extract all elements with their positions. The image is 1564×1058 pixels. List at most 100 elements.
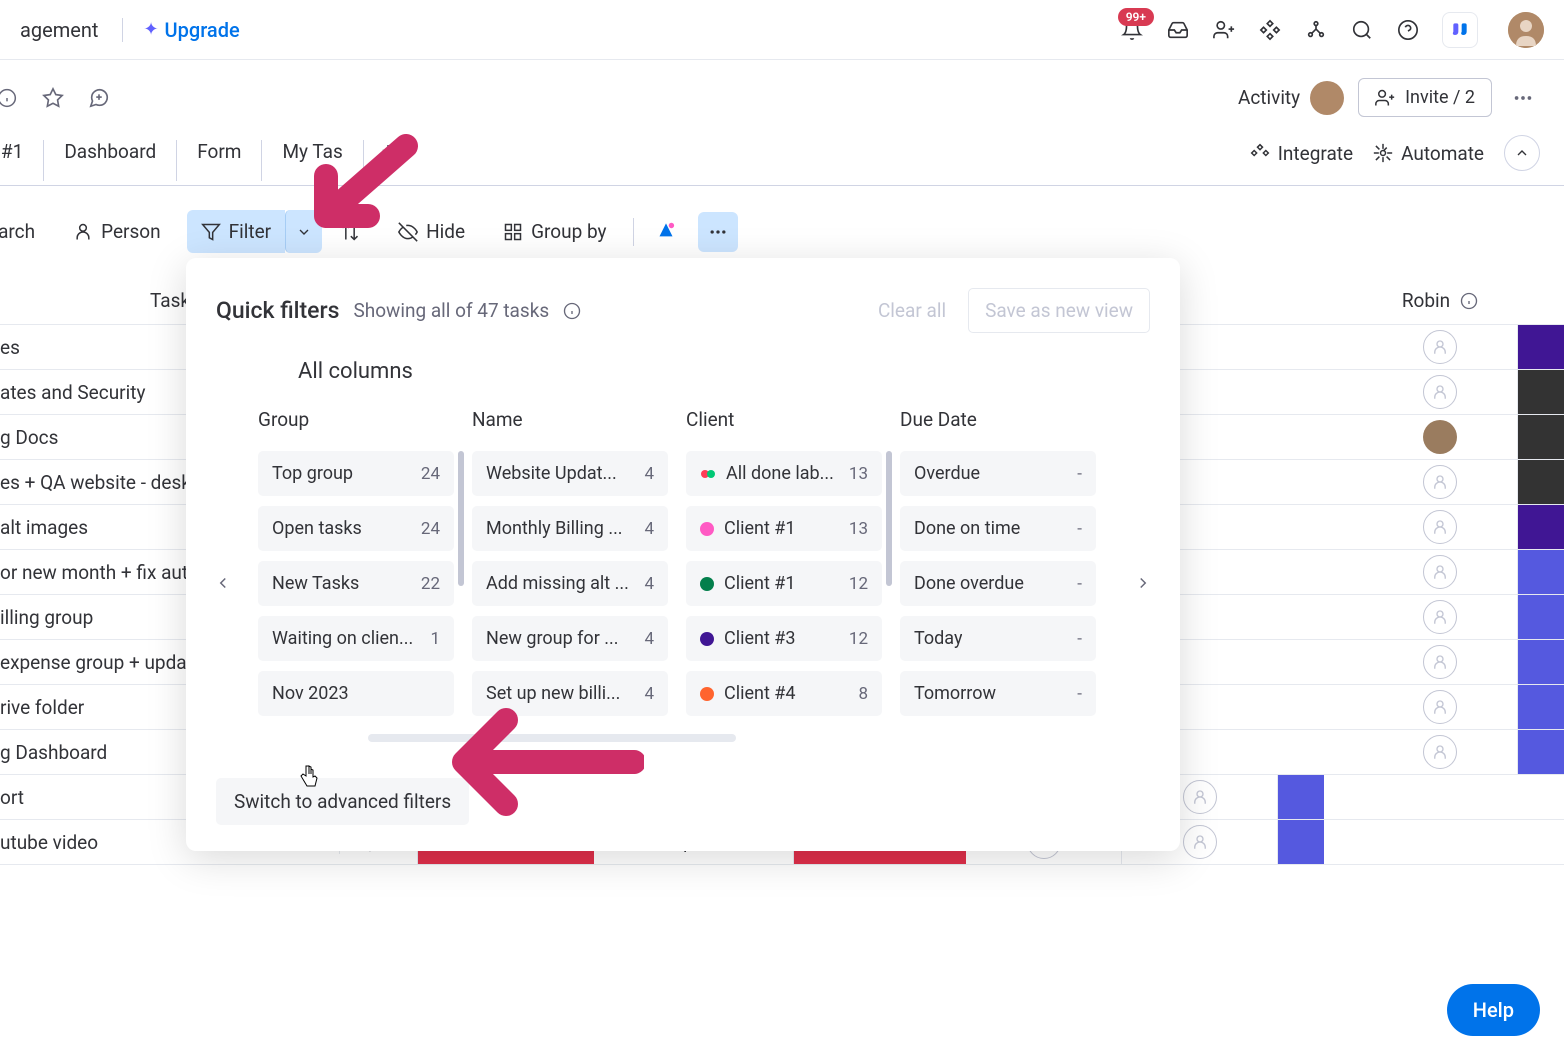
filter-pill[interactable]: Client #3 12 (686, 616, 882, 661)
color-cell[interactable] (1518, 550, 1564, 594)
robin-cell[interactable] (1362, 685, 1518, 729)
chevron-down-icon (296, 224, 312, 240)
integrate-icon (1250, 143, 1270, 163)
pill-count: - (1077, 519, 1082, 539)
empty-avatar-icon (1423, 645, 1457, 679)
page-title-suffix: agement (20, 18, 98, 42)
filter-pill[interactable]: Done overdue - (900, 561, 1096, 606)
color-cell[interactable] (1518, 370, 1564, 414)
integrate-button[interactable]: Integrate (1250, 142, 1353, 165)
filter-pill[interactable]: Monthly Billing ... 4 (472, 506, 668, 551)
info-icon[interactable] (0, 81, 24, 115)
inbox-icon[interactable] (1166, 18, 1190, 42)
filter-pill[interactable]: Client #4 8 (686, 671, 882, 716)
robin-cell[interactable] (1362, 415, 1518, 459)
color-cell[interactable] (1518, 460, 1564, 504)
empty-avatar-icon (1423, 330, 1457, 364)
filter-pill[interactable]: Add missing alt ... 4 (472, 561, 668, 606)
tab-form[interactable]: Form (177, 140, 262, 181)
filter-pill[interactable]: Set up new billi... 4 (472, 671, 668, 716)
invite-button[interactable]: Invite / 2 (1358, 78, 1492, 117)
robin-cell[interactable] (1362, 640, 1518, 684)
filter-pill[interactable]: New Tasks 22 (258, 561, 454, 606)
color-cell[interactable] (1518, 325, 1564, 369)
scroll-right-button[interactable] (1128, 568, 1158, 598)
color-cell[interactable] (1518, 730, 1564, 774)
favorite-icon[interactable] (36, 81, 70, 115)
robin-cell[interactable] (1362, 550, 1518, 594)
filter-button[interactable]: Filter (187, 210, 285, 253)
switch-advanced-filters-button[interactable]: Switch to advanced filters (216, 778, 469, 825)
groupby-button[interactable]: Group by (491, 212, 618, 251)
sort-button[interactable] (336, 214, 372, 250)
filter-pill[interactable]: Overdue - (900, 451, 1096, 496)
robin-cell[interactable] (1362, 505, 1518, 549)
notifications-icon[interactable]: 99+ (1120, 18, 1144, 42)
color-cell[interactable] (1518, 415, 1564, 459)
filter-chevron-button[interactable] (285, 210, 322, 253)
person-filter-button[interactable]: Person (61, 212, 173, 251)
robin-cell[interactable] (1362, 595, 1518, 639)
empty-avatar-icon (1183, 780, 1217, 814)
robin-cell[interactable] (1362, 730, 1518, 774)
pill-label: Monthly Billing ... (486, 518, 623, 539)
apps-icon[interactable] (1258, 18, 1282, 42)
search-button[interactable]: earch (0, 212, 47, 251)
invite-members-icon[interactable] (1212, 18, 1236, 42)
filter-pill[interactable]: Tomorrow - (900, 671, 1096, 716)
scroll-left-button[interactable] (208, 568, 238, 598)
user-avatar[interactable] (1508, 12, 1544, 48)
ai-icon[interactable] (648, 214, 684, 250)
automate-button[interactable]: Automate (1373, 142, 1484, 165)
color-cell[interactable] (1518, 595, 1564, 639)
robin-cell[interactable] (1362, 325, 1518, 369)
more-options-icon[interactable] (1506, 81, 1540, 115)
workspaces-icon[interactable] (1304, 18, 1328, 42)
upgrade-button[interactable]: ✦ Upgrade (122, 18, 239, 42)
help-button[interactable]: Help (1447, 984, 1540, 1036)
activity-button[interactable]: Activity (1238, 81, 1344, 115)
empty-avatar-icon (1423, 555, 1457, 589)
tab-dashboard[interactable]: Dashboard (44, 140, 177, 181)
robin-column-header[interactable]: Robin (1362, 289, 1518, 312)
color-cell[interactable] (1518, 685, 1564, 729)
add-discussion-icon[interactable] (82, 81, 116, 115)
search-icon[interactable] (1350, 18, 1374, 42)
robin-cell[interactable] (1362, 460, 1518, 504)
filter-pill[interactable]: Website Updat... 4 (472, 451, 668, 496)
vertical-scrollbar[interactable] (886, 451, 892, 586)
hide-button[interactable]: Hide (386, 212, 477, 251)
color-cell[interactable] (1278, 775, 1324, 819)
info-icon[interactable] (563, 302, 581, 320)
product-logo-icon[interactable] (1442, 12, 1478, 48)
horizontal-scrollbar[interactable] (368, 734, 736, 742)
empty-avatar-icon (1423, 510, 1457, 544)
filter-pill[interactable]: All done lab... 13 (686, 451, 882, 496)
tabs-row: t #1 Dashboard Form My Tas + Integrate A… (0, 117, 1564, 186)
pill-label: Client #1 (724, 573, 796, 594)
robin-cell[interactable] (1362, 370, 1518, 414)
more-toolbar-button[interactable] (698, 212, 738, 252)
save-view-button[interactable]: Save as new view (968, 288, 1150, 333)
filter-pill[interactable]: Open tasks 24 (258, 506, 454, 551)
color-cell[interactable] (1518, 505, 1564, 549)
pill-count: - (1077, 684, 1082, 704)
vertical-scrollbar[interactable] (458, 451, 464, 586)
color-cell[interactable] (1518, 640, 1564, 684)
filter-pill[interactable]: Client #1 13 (686, 506, 882, 551)
collapse-button[interactable] (1504, 135, 1540, 171)
add-tab-button[interactable]: + (364, 139, 412, 182)
hide-icon (398, 222, 418, 242)
help-icon[interactable] (1396, 18, 1420, 42)
filter-pill[interactable]: New group for ... 4 (472, 616, 668, 661)
filter-pill[interactable]: Nov 2023 (258, 671, 454, 716)
tab-mytasks[interactable]: My Tas (262, 140, 363, 181)
clear-all-button[interactable]: Clear all (866, 291, 958, 330)
filter-pill[interactable]: Client #1 12 (686, 561, 882, 606)
filter-pill[interactable]: Done on time - (900, 506, 1096, 551)
filter-pill[interactable]: Today - (900, 616, 1096, 661)
tab-item[interactable]: t #1 (0, 140, 44, 181)
filter-pill[interactable]: Top group 24 (258, 451, 454, 496)
color-cell[interactable] (1278, 820, 1324, 864)
filter-pill[interactable]: Waiting on clien... 1 (258, 616, 454, 661)
